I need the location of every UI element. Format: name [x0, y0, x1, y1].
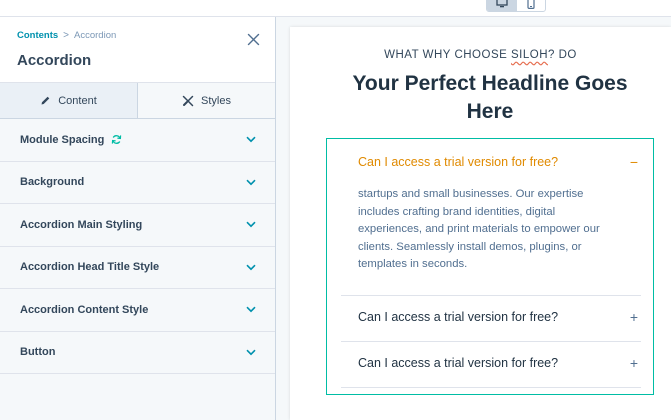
accordion-header[interactable]: Can I access a trial version for free? − [341, 152, 641, 172]
sidebar-title: Accordion [17, 52, 92, 69]
accordion-divider [341, 387, 641, 388]
section-module-spacing-title: Module Spacing [20, 134, 122, 146]
plus-icon: + [629, 309, 639, 325]
chevron-down-icon [246, 221, 256, 228]
tab-content-label: Content [58, 94, 97, 107]
sidebar-tabs: Content Styles [0, 83, 275, 119]
section-button[interactable]: Button [0, 332, 275, 374]
tab-styles-label: Styles [201, 94, 231, 107]
device-toggle [486, 0, 546, 12]
close-icon[interactable] [247, 33, 260, 46]
breadcrumb: Contents > Accordion [17, 30, 259, 41]
accordion-question: Can I access a trial version for free? [358, 356, 559, 370]
preview-canvas: WHAT WHY CHOOSE SILOH? DO Your Perfect H… [290, 27, 671, 420]
accordion-divider [341, 341, 641, 342]
chevron-down-icon [246, 264, 256, 271]
breadcrumb-current: Accordion [74, 30, 117, 41]
section-label: Background [20, 176, 85, 189]
accordion-header[interactable]: Can I access a trial version for free? + [341, 307, 641, 327]
brush-icon [182, 95, 194, 106]
plus-icon: + [629, 355, 639, 371]
section-accordion-main-styling[interactable]: Accordion Main Styling [0, 204, 275, 247]
eyebrow-brand: SILOH [510, 49, 548, 61]
tab-styles[interactable]: Styles [138, 83, 275, 118]
accordion-question: Can I access a trial version for free? [358, 310, 559, 324]
section-label: Button [20, 346, 56, 359]
accordion-item: Can I access a trial version for free? + [341, 353, 641, 373]
section-accordion-content-style[interactable]: Accordion Content Style [0, 289, 275, 332]
page-headline: Your Perfect Headline Goes Here [352, 72, 628, 123]
section-module-spacing[interactable]: Module Spacing [0, 119, 275, 162]
desktop-view-button[interactable] [487, 0, 516, 11]
top-toolbar [0, 0, 671, 17]
accordion-item-open: Can I access a trial version for free? −… [341, 152, 641, 274]
section-label: Accordion Head Title Style [20, 261, 160, 274]
section-label: Accordion Main Styling [20, 218, 143, 231]
section-accordion-head-title-style[interactable]: Accordion Head Title Style [0, 247, 275, 289]
accordion-module[interactable]: Can I access a trial version for free? −… [326, 138, 654, 395]
accordion-item: Can I access a trial version for free? + [341, 307, 641, 327]
mobile-view-button[interactable] [516, 0, 545, 11]
breadcrumb-separator: > [63, 30, 70, 41]
sidebar-header: Contents > Accordion Accordion [0, 17, 275, 83]
editor-sidebar: Contents > Accordion Accordion Content S… [0, 17, 276, 420]
accordion-question: Can I access a trial version for free? [358, 155, 559, 169]
accordion-header[interactable]: Can I access a trial version for free? + [341, 353, 641, 373]
chevron-down-icon [246, 179, 256, 186]
pencil-icon [41, 96, 50, 105]
section-background[interactable]: Background [0, 162, 275, 204]
style-sections: Module Spacing Background Accordion Main… [0, 119, 275, 374]
section-label: Accordion Content Style [20, 303, 149, 316]
chevron-down-icon [246, 136, 256, 143]
section-label: Module Spacing [20, 133, 105, 146]
accordion-answer: startups and small businesses. Our exper… [358, 188, 600, 270]
mobile-icon [527, 0, 535, 9]
eyebrow-prefix: WHAT WHY CHOOSE [384, 49, 511, 61]
desktop-icon [495, 0, 508, 8]
accordion-divider [341, 295, 641, 296]
breadcrumb-contents-link[interactable]: Contents [17, 30, 58, 41]
eyebrow-suffix: ? DO [548, 49, 577, 61]
tab-content[interactable]: Content [0, 83, 138, 118]
chevron-down-icon [246, 349, 256, 356]
chevron-down-icon [246, 306, 256, 313]
minus-icon: − [629, 154, 639, 170]
sync-icon [112, 135, 122, 145]
eyebrow-text: WHAT WHY CHOOSE SILOH? DO [290, 49, 671, 61]
